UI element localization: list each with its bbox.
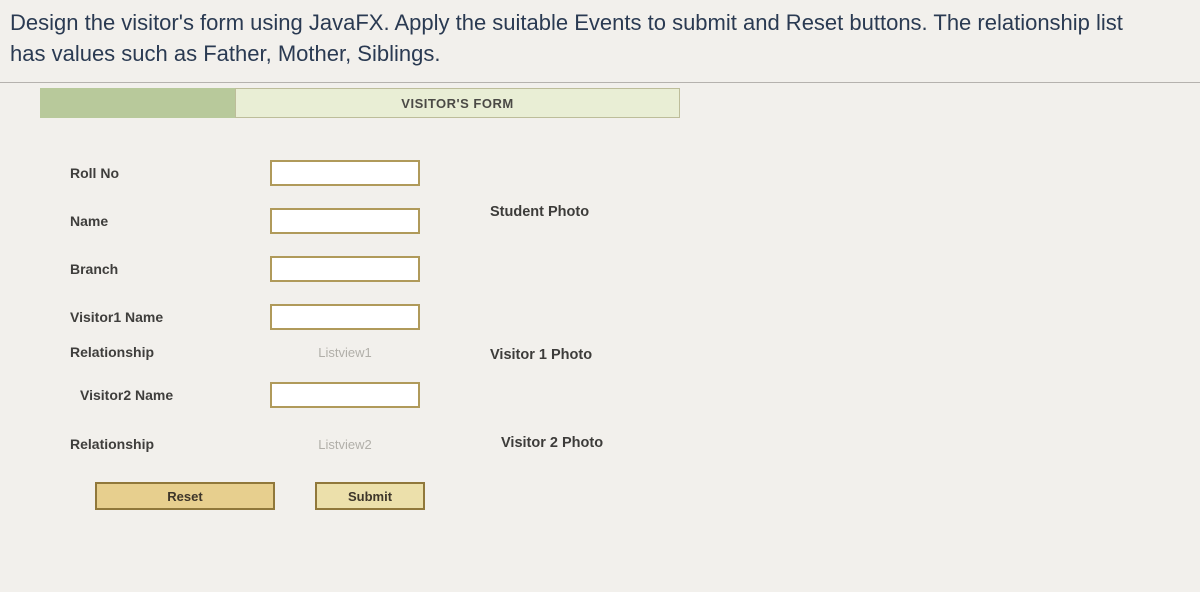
submit-button[interactable]: Submit [315,482,425,510]
label-visitor1-photo: Visitor 1 Photo [490,347,592,363]
label-name: Name [40,213,250,229]
form-header: VISITOR'S FORM [40,88,680,118]
label-student-photo: Student Photo [490,204,589,220]
input-rollno[interactable] [270,160,420,186]
input-name[interactable] [270,208,420,234]
header-accent [40,88,235,118]
form-title: VISITOR'S FORM [235,88,680,118]
question-text: Design the visitor's form using JavaFX. … [0,0,1200,83]
label-visitor1name: Visitor1 Name [40,309,250,325]
question-line1: Design the visitor's form using JavaFX. … [10,10,1123,35]
label-relationship2: Relationship [40,436,250,452]
input-visitor1name[interactable] [270,304,420,330]
row-rollno: Roll No [40,160,680,186]
row-visitor1name: Visitor1 Name [40,304,680,330]
label-branch: Branch [40,261,250,277]
label-rollno: Roll No [40,165,250,181]
row-branch: Branch [40,256,680,282]
reset-button[interactable]: Reset [95,482,275,510]
label-relationship1: Relationship [40,344,250,360]
label-visitor2name: Visitor2 Name [40,387,250,403]
input-branch[interactable] [270,256,420,282]
page: Design the visitor's form using JavaFX. … [0,0,1200,592]
label-visitor2-photo: Visitor 2 Photo [501,435,603,451]
input-visitor2name[interactable] [270,382,420,408]
row-buttons: Reset Submit [40,482,680,510]
question-line2: has values such as Father, Mother, Sibli… [10,41,440,66]
listview2[interactable]: Listview2 [318,437,371,452]
listview1[interactable]: Listview1 [318,345,371,360]
row-visitor2name: Visitor2 Name [40,382,680,408]
visitor-form: VISITOR'S FORM Roll No Name Branch Visit… [40,88,680,532]
